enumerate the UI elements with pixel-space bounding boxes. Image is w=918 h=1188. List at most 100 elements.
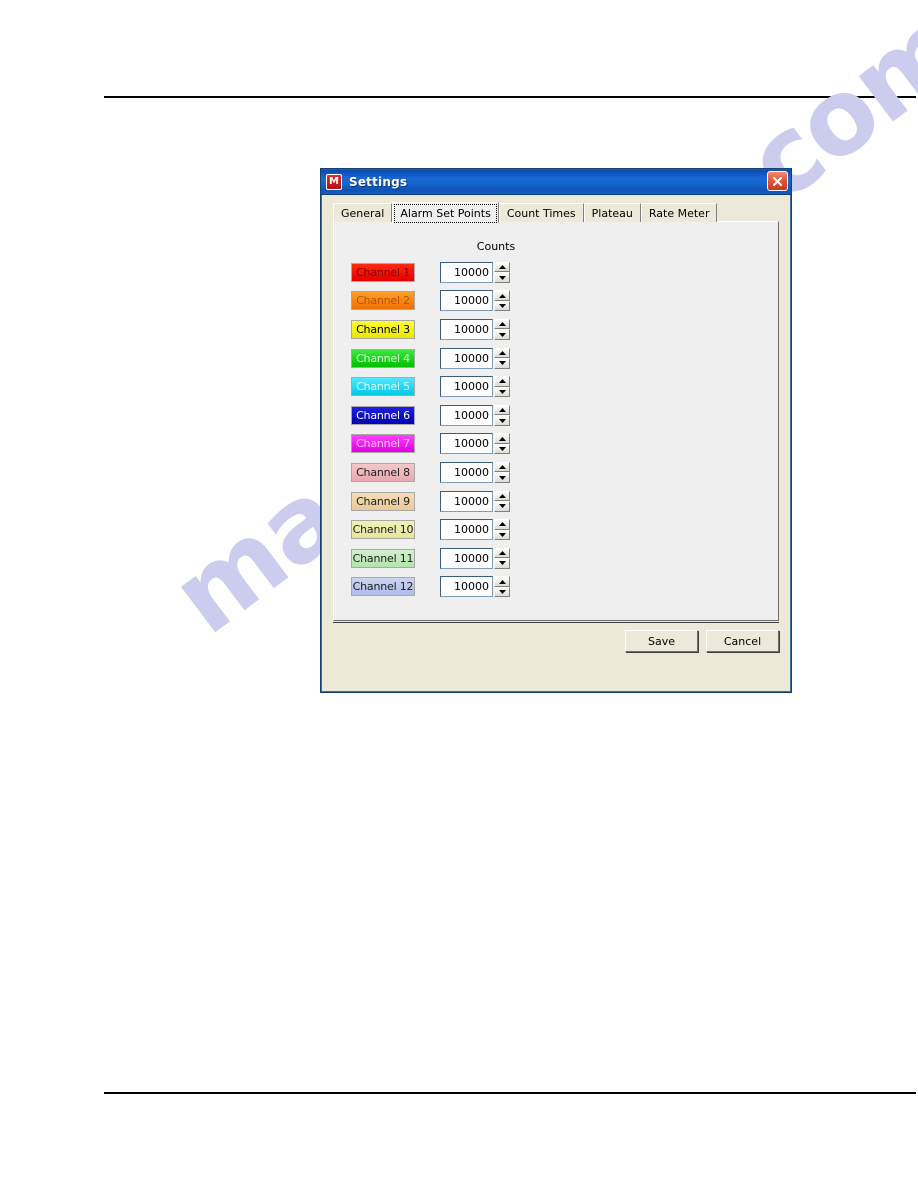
counts-input[interactable]: 10000 [440, 461, 493, 483]
caret-down-icon[interactable] [494, 443, 510, 455]
tab-general-label: General [341, 206, 385, 220]
spinner-buttons [494, 347, 510, 369]
channel-row: Channel 11 10000 [351, 544, 601, 573]
counts-input[interactable]: 10000 [440, 376, 493, 398]
counts-spinner: 10000 [440, 433, 510, 455]
tab-plateau[interactable]: Plateau [583, 203, 641, 222]
channel-list: Channel 1 10000 Channel 2 10000 Channel 3 100… [351, 258, 601, 601]
page-header-rule [104, 96, 916, 98]
tab-alarm-set-points-label: Alarm Set Points [400, 206, 491, 220]
spinner-buttons [494, 318, 510, 340]
channel-color-button[interactable]: Channel 1 [351, 262, 415, 282]
close-icon[interactable] [767, 171, 788, 191]
counts-spinner: 10000 [440, 547, 510, 569]
caret-up-icon[interactable] [494, 576, 510, 587]
dialog-titlebar[interactable]: M Settings [321, 169, 791, 195]
caret-up-icon[interactable] [494, 347, 510, 359]
tab-count-times-label: Count Times [506, 206, 576, 220]
tab-alarm-set-points[interactable]: Alarm Set Points [392, 202, 499, 223]
channel-color-button[interactable]: Channel 9 [351, 491, 415, 511]
spinner-buttons [494, 376, 510, 398]
page-footer-rule [104, 1092, 916, 1094]
counts-spinner: 10000 [440, 376, 510, 398]
channel-color-button[interactable]: Channel 3 [351, 319, 415, 339]
channel-color-button[interactable]: Channel 10 [351, 520, 415, 540]
counts-input[interactable]: 10000 [440, 347, 493, 369]
tab-count-times[interactable]: Count Times [498, 203, 584, 222]
caret-up-icon[interactable] [494, 490, 510, 502]
save-button[interactable]: Save [625, 630, 698, 652]
caret-up-icon[interactable] [494, 433, 510, 444]
caret-up-icon[interactable] [494, 318, 510, 330]
channel-row: Channel 10 10000 [351, 515, 601, 544]
caret-down-icon[interactable] [494, 558, 510, 569]
caret-down-icon[interactable] [494, 501, 510, 512]
settings-dialog: M Settings General Alarm Set Points Coun… [320, 168, 792, 693]
counts-input[interactable]: 10000 [440, 490, 493, 512]
counts-column-header: Counts [476, 240, 516, 253]
spinner-buttons [494, 433, 510, 455]
caret-down-icon[interactable] [494, 386, 510, 398]
counts-spinner: 10000 [440, 461, 510, 483]
caret-down-icon[interactable] [494, 529, 510, 541]
counts-input[interactable]: 10000 [440, 404, 493, 426]
caret-up-icon[interactable] [494, 261, 510, 273]
caret-down-icon[interactable] [494, 329, 510, 340]
counts-spinner: 10000 [440, 261, 510, 283]
caret-down-icon[interactable] [494, 472, 510, 483]
caret-down-icon[interactable] [494, 415, 510, 426]
tab-rate-meter-label: Rate Meter [648, 206, 710, 220]
channel-row: Channel 1 10000 [351, 258, 601, 287]
counts-input[interactable]: 10000 [440, 290, 493, 312]
dialog-body: General Alarm Set Points Count Times Pla… [324, 197, 788, 689]
counts-input[interactable]: 10000 [440, 519, 493, 541]
counts-spinner: 10000 [440, 404, 510, 426]
spinner-buttons [494, 290, 510, 312]
footer-separator [333, 622, 779, 623]
spinner-buttons [494, 490, 510, 512]
alarm-set-points-panel: Counts Channel 1 10000 Channel 2 10000 Chann… [333, 221, 779, 621]
caret-down-icon[interactable] [494, 586, 510, 598]
caret-up-icon[interactable] [494, 519, 510, 530]
channel-color-button[interactable]: Channel 2 [351, 291, 415, 311]
channel-color-button[interactable]: Channel 11 [351, 548, 415, 568]
counts-input[interactable]: 10000 [440, 318, 493, 340]
dialog-title: Settings [349, 174, 408, 189]
channel-color-button[interactable]: Channel 6 [351, 405, 415, 425]
channel-color-button[interactable]: Channel 7 [351, 434, 415, 454]
app-logo-glyph: M [329, 175, 339, 187]
spinner-buttons [494, 576, 510, 598]
counts-spinner: 10000 [440, 490, 510, 512]
counts-input[interactable]: 10000 [440, 433, 493, 455]
counts-input[interactable]: 10000 [440, 576, 493, 598]
spinner-buttons [494, 519, 510, 541]
caret-up-icon[interactable] [494, 547, 510, 559]
caret-up-icon[interactable] [494, 290, 510, 301]
channel-row: Channel 6 10000 [351, 401, 601, 430]
caret-down-icon[interactable] [494, 358, 510, 369]
caret-up-icon[interactable] [494, 461, 510, 473]
caret-up-icon[interactable] [494, 404, 510, 416]
counts-spinner: 10000 [440, 347, 510, 369]
counts-input[interactable]: 10000 [440, 261, 493, 283]
counts-input[interactable]: 10000 [440, 547, 493, 569]
tab-plateau-label: Plateau [591, 206, 633, 220]
tab-rate-meter[interactable]: Rate Meter [640, 203, 718, 222]
caret-down-icon[interactable] [494, 300, 510, 312]
caret-up-icon[interactable] [494, 376, 510, 387]
app-logo-icon: M [326, 173, 342, 190]
channel-color-button[interactable]: Channel 5 [351, 377, 415, 397]
cancel-button[interactable]: Cancel [706, 630, 779, 652]
spinner-buttons [494, 461, 510, 483]
caret-down-icon[interactable] [494, 272, 510, 283]
channel-row: Channel 8 10000 [351, 458, 601, 487]
counts-spinner: 10000 [440, 318, 510, 340]
counts-spinner: 10000 [440, 290, 510, 312]
channel-color-button[interactable]: Channel 12 [351, 577, 415, 597]
channel-row: Channel 2 10000 [351, 287, 601, 316]
channel-color-button[interactable]: Channel 4 [351, 348, 415, 368]
channel-row: Channel 12 10000 [351, 573, 601, 602]
tab-general[interactable]: General [333, 203, 393, 222]
channel-color-button[interactable]: Channel 8 [351, 462, 415, 482]
counts-spinner: 10000 [440, 519, 510, 541]
